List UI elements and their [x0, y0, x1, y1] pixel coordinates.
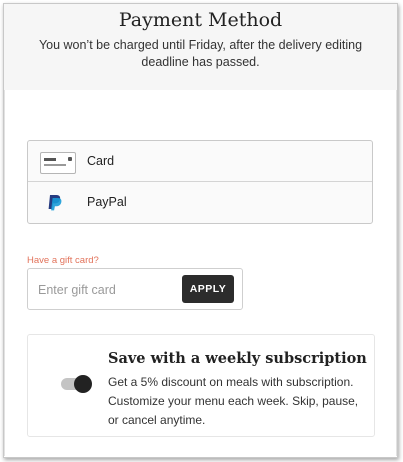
subscription-title: Save with a weekly subscription — [108, 350, 367, 367]
subscription-toggle[interactable] — [61, 375, 92, 393]
payment-option-label: Card — [87, 154, 115, 168]
payment-option-card[interactable]: Card — [28, 141, 372, 182]
subscription-description: Get a 5% discount on meals with subscrip… — [108, 375, 359, 427]
right-divider — [396, 90, 397, 456]
payment-option-paypal[interactable]: PayPal — [28, 182, 372, 223]
charge-notice: You won’t be charged until Friday, after… — [38, 38, 363, 69]
payment-method-list: Card PayPal — [27, 140, 373, 224]
left-divider — [4, 90, 5, 456]
payment-header: Payment Method You won’t be charged unti… — [4, 4, 397, 90]
apply-button[interactable]: APPLY — [182, 275, 234, 303]
page-title: Payment Method — [118, 9, 283, 31]
credit-card-icon — [40, 152, 76, 174]
payment-panel: Payment Method You won’t be charged unti… — [3, 3, 398, 458]
paypal-icon — [48, 195, 62, 211]
gift-card-input[interactable] — [36, 279, 178, 301]
payment-option-label: PayPal — [87, 195, 127, 209]
toggle-knob — [74, 375, 92, 393]
subscription-card: Save with a weekly subscription Get a 5%… — [27, 334, 375, 437]
gift-card-link[interactable]: Have a gift card? — [27, 255, 99, 266]
gift-card-form: APPLY — [27, 268, 243, 310]
